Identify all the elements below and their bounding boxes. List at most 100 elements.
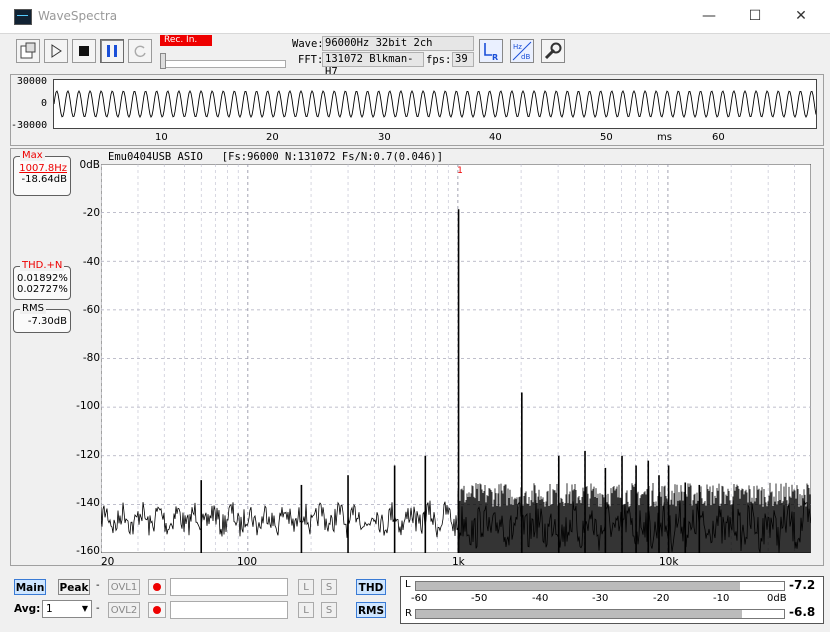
title-bar: WaveSpectra — ☐ ✕ — [0, 0, 830, 34]
waveform-trace — [53, 89, 817, 119]
max-readout: Max 1007.8Hz -18.64dB — [13, 150, 71, 196]
avg-label: Avg: — [14, 603, 41, 615]
max-level: -18.64dB — [21, 174, 67, 185]
y-tick-label: -120 — [76, 449, 100, 461]
waveform-line — [53, 89, 817, 119]
svg-text:Hz: Hz — [513, 43, 522, 51]
open-file-icon — [20, 42, 36, 59]
wave-x-tick: 30 — [378, 132, 391, 143]
separator-dash: - — [96, 580, 100, 591]
device-info: Emu0404USB ASIO [Fs:96000 N:131072 Fs/N:… — [108, 151, 443, 163]
svg-text:R: R — [492, 53, 498, 62]
play-button[interactable] — [44, 39, 68, 63]
thd-button[interactable]: THD — [356, 579, 386, 595]
waveform-plot[interactable] — [53, 79, 817, 129]
separator-dash: - — [96, 603, 100, 614]
stop-icon — [79, 46, 89, 56]
repeat-icon — [134, 45, 146, 58]
meter-channel-r: R — [405, 608, 412, 619]
rec-in-indicator: Rec. In. — [160, 35, 212, 46]
chevron-down-icon: ▼ — [81, 604, 88, 613]
peak-marker: 1 — [457, 166, 463, 176]
y-tick-label: -80 — [82, 352, 100, 364]
max-label: Max — [20, 150, 45, 161]
thd-readout: THD.+N 0.01892% 0.02727% — [13, 260, 71, 300]
meter-value-l: -7.2 — [789, 578, 816, 592]
ovl2-textbox[interactable] — [170, 601, 288, 619]
meter-bar-l — [415, 581, 785, 591]
minimize-button[interactable]: — — [686, 0, 732, 33]
wave-y-label-top: 30000 — [16, 76, 47, 87]
y-tick-label: -160 — [76, 545, 100, 557]
thd-label: THD.+N — [20, 260, 65, 271]
x-tick-label: 20 — [101, 556, 115, 568]
x-tick-label: 10k — [659, 556, 679, 568]
spectrum-chart: 1 — [100, 163, 812, 554]
device-name: Emu0404USB ASIO — [108, 151, 203, 163]
repeat-button[interactable] — [128, 39, 152, 63]
meter-scale: -10 — [713, 593, 730, 604]
wave-y-label-mid: 0 — [40, 98, 47, 109]
record-ovl1-button[interactable] — [148, 579, 166, 595]
meter-scale: -20 — [653, 593, 670, 604]
x-tick-label: 1k — [452, 556, 465, 568]
hz-db-icon: Hz dB — [512, 41, 532, 61]
rec-level-slider[interactable] — [160, 60, 286, 68]
meter-scale: -50 — [471, 593, 488, 604]
ovl1-textbox[interactable] — [170, 578, 288, 596]
max-frequency: 1007.8Hz — [19, 163, 67, 174]
hz-db-settings-button[interactable]: Hz dB — [510, 39, 534, 63]
wave-label: Wave: — [292, 38, 324, 50]
meter-scale: -30 — [592, 593, 609, 604]
record-ovl2-button[interactable] — [148, 602, 166, 618]
ovl1-indicator: OVL1 — [108, 579, 140, 595]
y-tick-label: -140 — [76, 497, 100, 509]
x-tick-label: 100 — [237, 556, 258, 568]
waveform-panel: 30000 0 -30000 10 20 30 40 50 ms 60 — [10, 74, 824, 146]
play-icon — [51, 44, 62, 58]
rms-readout: RMS -7.30dB — [13, 303, 71, 333]
fft-setting[interactable]: 131072 Blkman-H7 — [322, 52, 424, 78]
ovl2-s-button[interactable]: S — [321, 602, 337, 618]
pause-icon — [107, 45, 117, 57]
wave-y-label-bottom: -30000 — [11, 120, 48, 131]
meter-fill-l — [739, 582, 784, 590]
fft-label: FFT: — [298, 54, 324, 66]
rms-button[interactable]: RMS — [356, 602, 386, 618]
wrench-icon — [544, 42, 562, 60]
thd-right: 0.02727% — [17, 284, 68, 295]
ovl1-l-button[interactable]: L — [298, 579, 314, 595]
peak-mode-button[interactable]: Peak — [58, 579, 90, 595]
wave-x-tick: 10 — [155, 132, 168, 143]
fft-params: [Fs:96000 N:131072 Fs/N:0.7(0.046)] — [221, 151, 444, 163]
ovl2-indicator: OVL2 — [108, 602, 140, 618]
y-tick-label: -100 — [76, 400, 100, 412]
level-meter: L R -60 -50 -40 -30 -20 -10 0dB -7.2 -6.… — [400, 576, 824, 624]
y-tick-label: 0dB — [79, 159, 100, 171]
open-file-button[interactable] — [16, 39, 40, 63]
y-tick-label: -60 — [82, 304, 100, 316]
lr-channel-button[interactable]: R — [479, 39, 503, 63]
wave-x-tick: 20 — [266, 132, 279, 143]
rms-value: -7.30dB — [27, 316, 67, 327]
wave-x-tick: 60 — [712, 132, 725, 143]
meter-scale: -40 — [532, 593, 549, 604]
meter-scale: 0dB — [767, 593, 787, 604]
fps-label: fps: — [426, 54, 452, 66]
stop-button[interactable] — [72, 39, 96, 63]
meter-fill-r — [742, 610, 784, 618]
ovl2-l-button[interactable]: L — [298, 602, 314, 618]
thd-left: 0.01892% — [17, 273, 68, 284]
spectrum-plot[interactable]: 1 — [100, 163, 812, 556]
close-button[interactable]: ✕ — [778, 0, 824, 33]
settings-button[interactable] — [541, 39, 565, 63]
avg-select[interactable]: 1 ▼ — [42, 600, 92, 618]
wave-x-tick: 50 — [600, 132, 613, 143]
ovl1-s-button[interactable]: S — [321, 579, 337, 595]
y-tick-label: -20 — [82, 207, 100, 219]
rec-level-thumb[interactable] — [160, 53, 166, 69]
main-mode-button[interactable]: Main — [14, 579, 46, 595]
maximize-button[interactable]: ☐ — [732, 0, 778, 33]
wave-x-unit: ms — [657, 132, 672, 143]
pause-button[interactable] — [100, 39, 124, 63]
